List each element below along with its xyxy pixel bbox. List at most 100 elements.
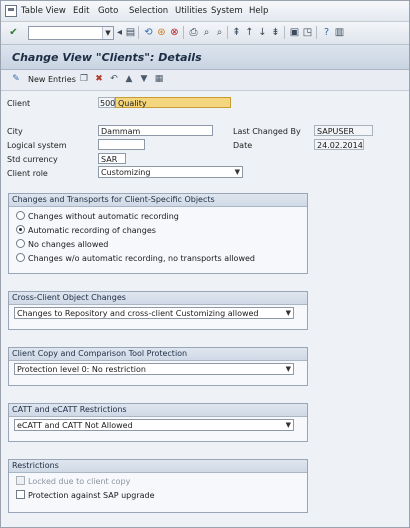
last-changed-by-label: Last Changed By xyxy=(233,127,301,136)
select-all-icon[interactable]: ▦ xyxy=(154,74,164,84)
delete-icon[interactable]: ✖ xyxy=(94,74,104,84)
create-session-icon[interactable]: ▣ xyxy=(289,27,300,38)
radio-option-no-recording[interactable]: Changes without automatic recording xyxy=(16,211,179,221)
client-label: Client xyxy=(7,99,31,108)
dropdown-arrow-icon: ▼ xyxy=(285,365,291,373)
next-entry-icon[interactable]: ▼ xyxy=(139,74,149,84)
menu-edit[interactable]: Edit xyxy=(73,6,89,16)
page-title: Change View "Clients": Details xyxy=(12,51,202,64)
catt-restrictions-select[interactable]: eCATT and CATT Not Allowed ▼ xyxy=(14,419,294,431)
find-icon[interactable]: ⌕ xyxy=(201,27,212,38)
radio-button[interactable] xyxy=(16,239,25,248)
radio-button[interactable] xyxy=(16,225,25,234)
toolbar-separator xyxy=(183,26,184,39)
standard-toolbar: ✔ ▼ ◂ ▤ ⟲ ⊛ ⊗ ⎙ ⌕ ⌕ ⇞ ↑ ↓ ⇟ ▣ ◳ ? ▥ xyxy=(1,22,409,45)
group-title: Cross-Client Object Changes xyxy=(9,292,307,305)
locked-client-copy-checkbox-row: Locked due to client copy xyxy=(16,476,130,486)
radio-label: Changes without automatic recording xyxy=(28,212,179,221)
menu-table-view[interactable]: Table View xyxy=(21,6,66,16)
radio-option-automatic-recording[interactable]: Automatic recording of changes xyxy=(16,225,156,235)
radio-label: Automatic recording of changes xyxy=(28,226,156,235)
currency-label: Std currency xyxy=(7,155,58,164)
undo-change-icon[interactable]: ↶ xyxy=(109,74,119,84)
catt-restrictions-value: eCATT and CATT Not Allowed xyxy=(17,421,133,430)
changes-transports-group: Changes and Transports for Client-Specif… xyxy=(8,193,308,274)
checkbox xyxy=(16,476,25,485)
create-shortcut-icon[interactable]: ◳ xyxy=(302,27,313,38)
sap-window: Table View Edit Goto Selection Utilities… xyxy=(0,0,410,528)
toolbar-separator xyxy=(316,26,317,39)
city-label: City xyxy=(7,127,23,136)
date-field: 24.02.2014 xyxy=(314,139,364,150)
cross-client-select[interactable]: Changes to Repository and cross-client C… xyxy=(14,307,294,319)
dropdown-arrow-icon: ▼ xyxy=(285,309,291,317)
client-role-label: Client role xyxy=(7,169,48,178)
application-toolbar: ✎ New Entries ❐ ✖ ↶ ▲ ▼ ▦ xyxy=(1,70,409,91)
previous-page-icon[interactable]: ↑ xyxy=(244,27,255,38)
back-icon[interactable]: ⟲ xyxy=(143,27,154,38)
toolbar-separator xyxy=(284,26,285,39)
menu-selection[interactable]: Selection xyxy=(129,6,168,16)
client-copy-protection-value: Protection level 0: No restriction xyxy=(17,365,146,374)
radio-button[interactable] xyxy=(16,211,25,220)
city-field[interactable]: Dammam xyxy=(98,125,213,136)
logical-system-label: Logical system xyxy=(7,141,67,150)
save-icon[interactable]: ▤ xyxy=(125,27,136,38)
system-menu-icon[interactable] xyxy=(5,5,17,17)
client-name-field[interactable]: Quality xyxy=(115,97,231,108)
restrictions-group: Restrictions Locked due to client copy P… xyxy=(8,459,308,513)
client-copy-protection-group: Client Copy and Comparison Tool Protecti… xyxy=(8,347,308,386)
new-entries-button[interactable]: New Entries xyxy=(28,75,76,84)
enter-check-icon[interactable]: ✔ xyxy=(8,27,19,38)
menu-help[interactable]: Help xyxy=(249,6,268,16)
dropdown-arrow-icon: ▼ xyxy=(285,421,291,429)
currency-field[interactable]: SAR xyxy=(98,153,126,164)
find-next-icon[interactable]: ⌕ xyxy=(214,27,225,38)
dropdown-arrow-icon: ▼ xyxy=(234,168,240,176)
checkbox-label: Locked due to client copy xyxy=(28,477,131,486)
radio-option-no-transports[interactable]: Changes w/o automatic recording, no tran… xyxy=(16,253,255,263)
client-copy-protection-select[interactable]: Protection level 0: No restriction ▼ xyxy=(14,363,294,375)
catt-restrictions-group: CATT and eCATT Restrictions eCATT and CA… xyxy=(8,403,308,442)
toolbar-separator xyxy=(227,26,228,39)
command-history-dropdown-icon[interactable]: ▼ xyxy=(102,27,113,39)
menu-utilities[interactable]: Utilities xyxy=(175,6,207,16)
print-icon[interactable]: ⎙ xyxy=(188,27,199,38)
group-title: Client Copy and Comparison Tool Protecti… xyxy=(9,348,307,361)
copy-as-icon[interactable]: ❐ xyxy=(79,74,89,84)
last-page-icon[interactable]: ⇟ xyxy=(270,27,281,38)
cross-client-value: Changes to Repository and cross-client C… xyxy=(17,309,259,318)
client-number-field: 500 xyxy=(98,97,116,108)
client-role-value: Customizing xyxy=(101,168,151,177)
client-role-select[interactable]: Customizing ▼ xyxy=(98,166,243,178)
next-page-icon[interactable]: ↓ xyxy=(257,27,268,38)
radio-button[interactable] xyxy=(16,253,25,262)
radio-option-no-changes[interactable]: No changes allowed xyxy=(16,239,108,249)
history-back-icon[interactable]: ◂ xyxy=(114,27,125,38)
menu-system[interactable]: System xyxy=(211,6,243,16)
menu-goto[interactable]: Goto xyxy=(98,6,118,16)
cross-client-group: Cross-Client Object Changes Changes to R… xyxy=(8,291,308,330)
toolbar-separator xyxy=(138,26,139,39)
previous-entry-icon[interactable]: ▲ xyxy=(124,74,134,84)
exit-icon[interactable]: ⊛ xyxy=(156,27,167,38)
radio-label: No changes allowed xyxy=(28,240,109,249)
checkbox[interactable] xyxy=(16,490,25,499)
upgrade-protection-checkbox-row[interactable]: Protection against SAP upgrade xyxy=(16,490,155,500)
group-title: Changes and Transports for Client-Specif… xyxy=(9,194,307,207)
radio-label: Changes w/o automatic recording, no tran… xyxy=(28,254,255,263)
customize-layout-icon[interactable]: ▥ xyxy=(334,27,345,38)
logical-system-field[interactable] xyxy=(98,139,145,150)
help-icon[interactable]: ? xyxy=(321,27,332,38)
last-changed-by-field: SAPUSER xyxy=(314,125,373,136)
first-page-icon[interactable]: ⇞ xyxy=(231,27,242,38)
command-field[interactable]: ▼ xyxy=(28,26,114,40)
checkbox-label: Protection against SAP upgrade xyxy=(28,491,155,500)
group-title: Restrictions xyxy=(9,460,307,473)
group-title: CATT and eCATT Restrictions xyxy=(9,404,307,417)
date-label: Date xyxy=(233,141,253,150)
menu-bar: Table View Edit Goto Selection Utilities… xyxy=(1,1,409,22)
screen-title-bar: Change View "Clients": Details xyxy=(1,45,409,70)
cancel-icon[interactable]: ⊗ xyxy=(169,27,180,38)
display-change-icon[interactable]: ✎ xyxy=(11,74,21,84)
